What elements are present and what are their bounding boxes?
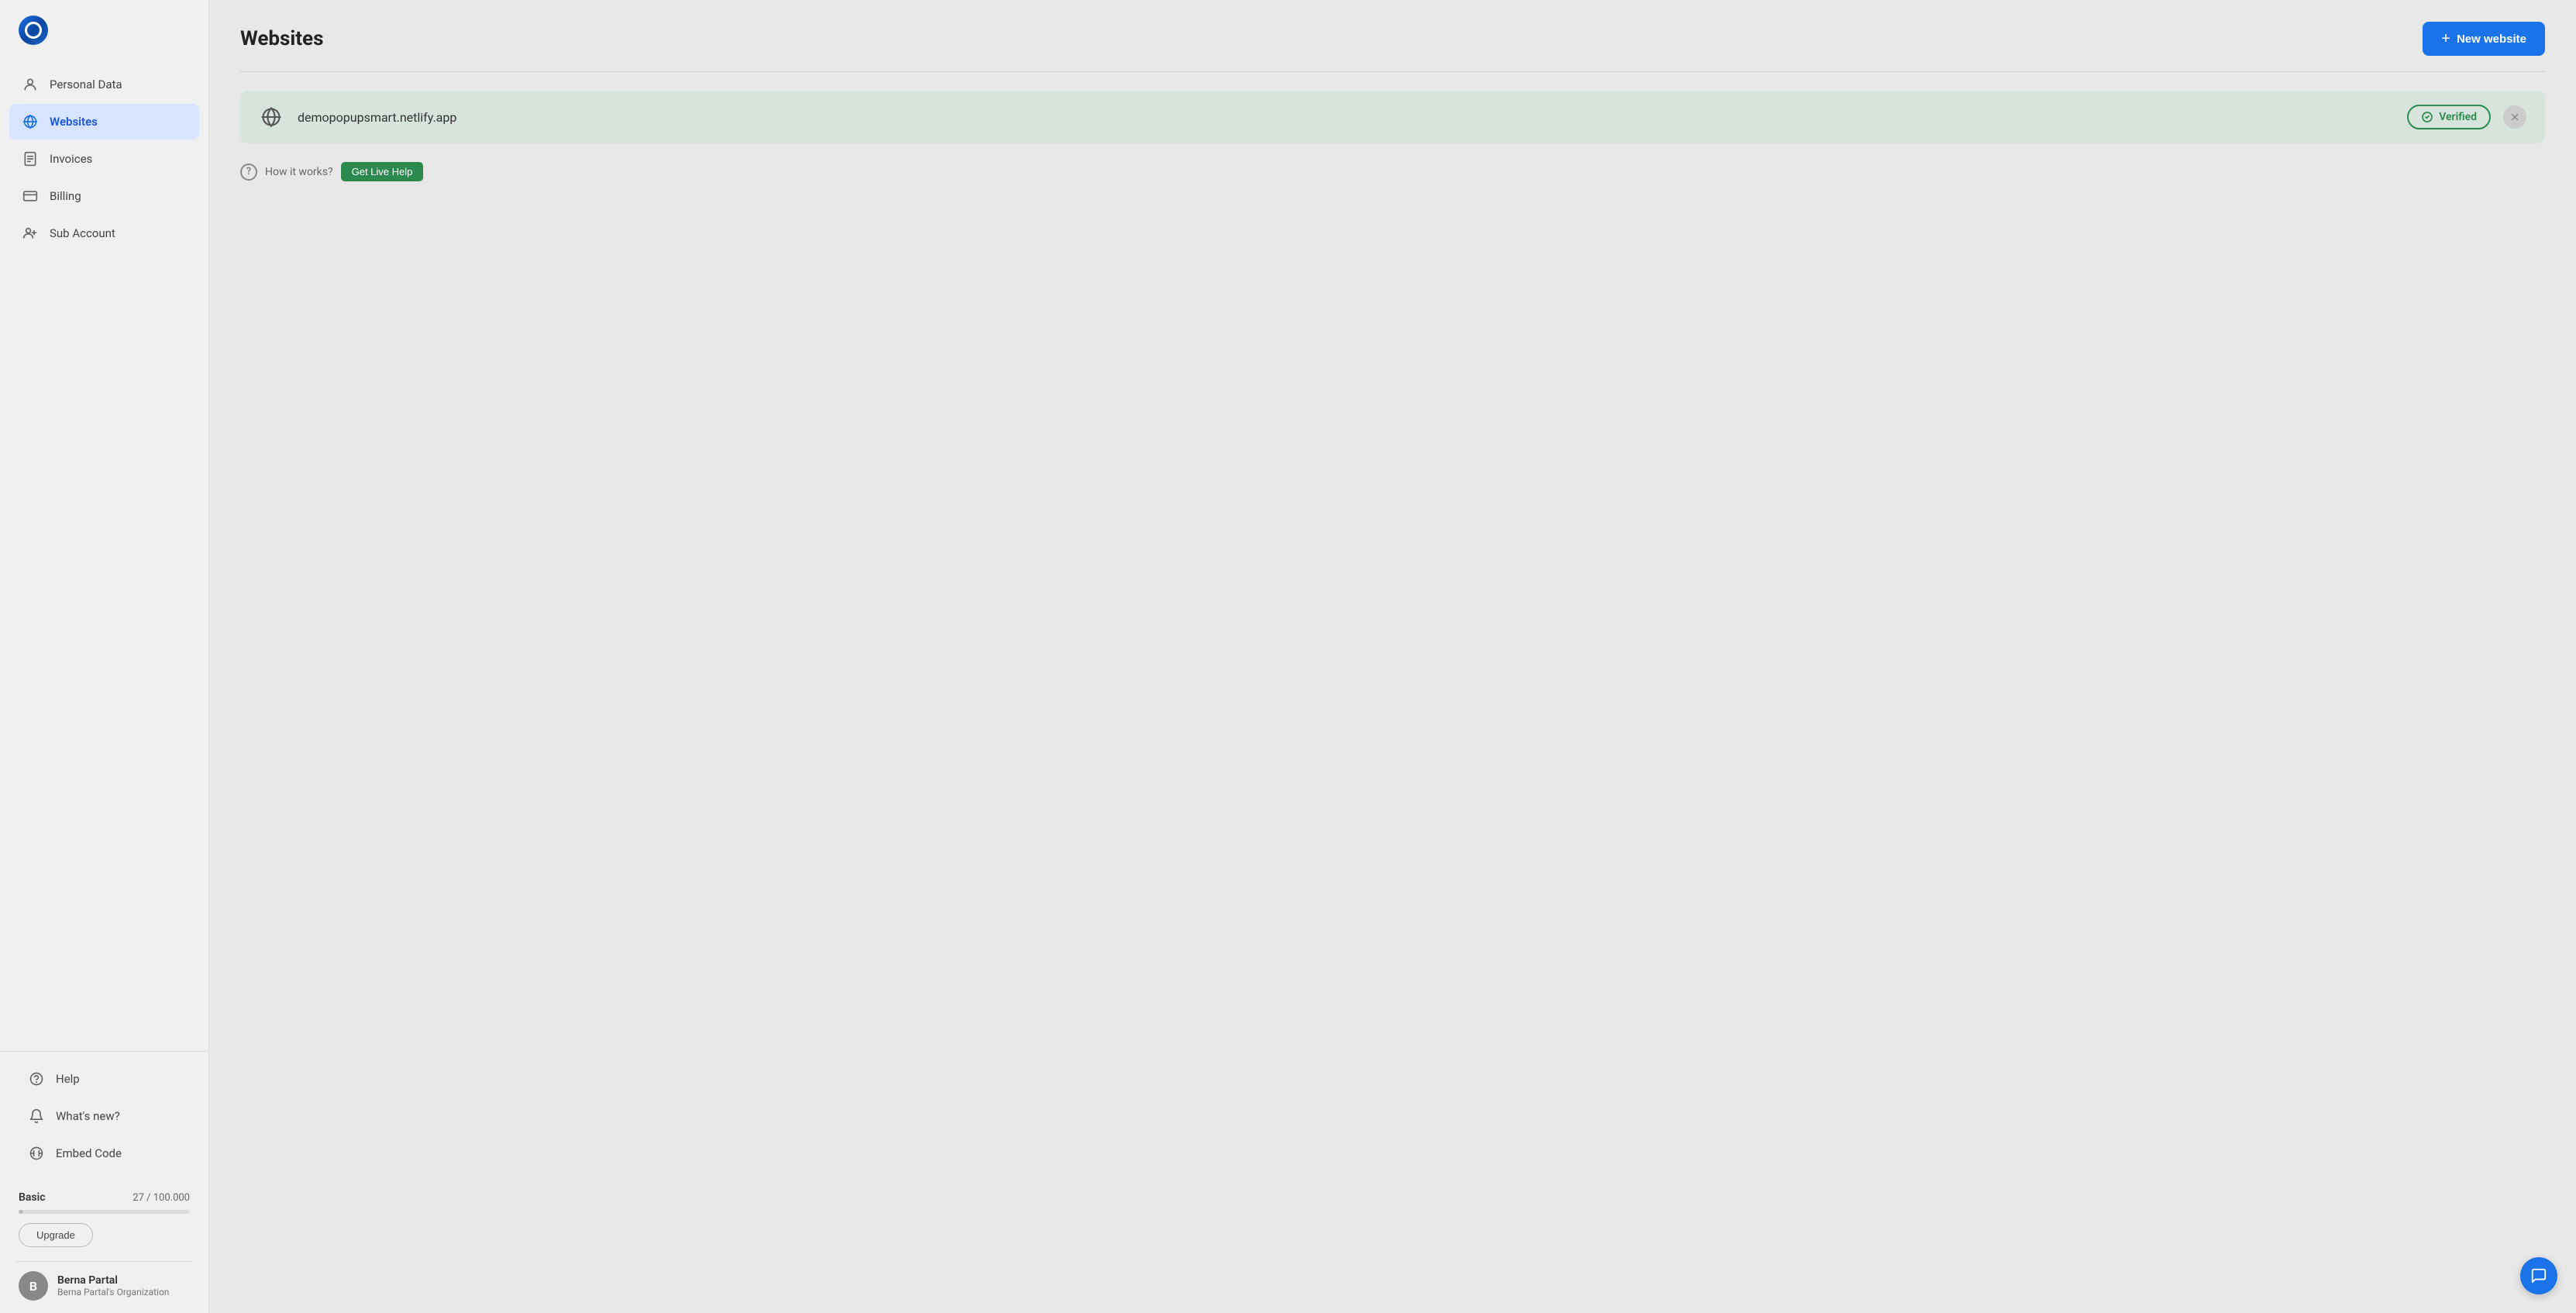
plan-name: Basic: [19, 1191, 46, 1204]
sidebar: Personal Data Websites Invoices: [0, 0, 209, 1313]
sidebar-item-label: Invoices: [50, 152, 92, 166]
person-icon: [22, 76, 39, 93]
logo-icon: [19, 16, 48, 45]
globe-icon: [22, 113, 39, 130]
plan-bar-fill: [19, 1210, 23, 1214]
user-info: Berna Partal Berna Partal's Organization: [57, 1274, 169, 1297]
sidebar-item-personal-data[interactable]: Personal Data: [9, 67, 199, 102]
bottom-nav: Help What's new?: [15, 1061, 193, 1171]
sidebar-item-invoices[interactable]: Invoices: [9, 141, 199, 177]
help-icon: [28, 1070, 45, 1087]
new-website-label: New website: [2457, 33, 2526, 46]
user-section: B Berna Partal Berna Partal's Organizati…: [15, 1261, 193, 1304]
sidebar-item-label: Websites: [50, 115, 98, 129]
plus-icon: +: [2441, 31, 2450, 47]
sidebar-bottom: Help What's new?: [0, 1051, 208, 1313]
sidebar-item-whats-new[interactable]: What's new?: [15, 1098, 193, 1134]
question-icon: ?: [240, 164, 257, 181]
upgrade-button[interactable]: Upgrade: [19, 1223, 93, 1247]
websites-list: demopopupsmart.netlify.app Verified ? Ho…: [209, 91, 2576, 184]
user-name: Berna Partal: [57, 1274, 169, 1287]
invoice-icon: [22, 150, 39, 167]
how-it-works-text: How it works?: [265, 166, 333, 178]
sidebar-item-help[interactable]: Help: [15, 1061, 193, 1097]
sidebar-item-billing[interactable]: Billing: [9, 178, 199, 214]
user-org: Berna Partal's Organization: [57, 1287, 169, 1297]
billing-icon: [22, 188, 39, 205]
how-it-works-row: ? How it works? Get Live Help: [240, 159, 2545, 184]
website-url: demopopupsmart.netlify.app: [298, 110, 2407, 125]
plan-usage: 27 / 100.000: [133, 1192, 190, 1204]
verified-label: Verified: [2439, 111, 2477, 123]
header-divider: [240, 71, 2545, 72]
main-content: Websites + New website demopopupsmart.ne…: [209, 0, 2576, 1313]
sub-account-icon: [22, 225, 39, 242]
sidebar-item-label: What's new?: [56, 1109, 120, 1123]
sidebar-item-label: Help: [56, 1072, 80, 1086]
sidebar-item-websites[interactable]: Websites: [9, 104, 199, 140]
avatar-initials: B: [29, 1279, 37, 1294]
logo-area: [0, 0, 208, 60]
avatar: B: [19, 1271, 48, 1301]
globe-icon: [259, 105, 284, 129]
main-nav: Personal Data Websites Invoices: [0, 60, 208, 1051]
sidebar-item-label: Sub Account: [50, 226, 115, 240]
website-row: demopopupsmart.netlify.app Verified: [240, 91, 2545, 143]
live-help-button[interactable]: Get Live Help: [341, 162, 424, 181]
sidebar-item-embed-code[interactable]: Embed Code: [15, 1136, 193, 1171]
remove-website-button[interactable]: [2503, 105, 2526, 129]
verified-badge: Verified: [2407, 105, 2491, 129]
sidebar-item-label: Embed Code: [56, 1146, 122, 1160]
plan-section: Basic 27 / 100.000 Upgrade: [15, 1184, 193, 1255]
bell-icon: [28, 1108, 45, 1125]
sidebar-item-label: Billing: [50, 189, 81, 203]
chat-button[interactable]: [2520, 1257, 2557, 1294]
sidebar-item-sub-account[interactable]: Sub Account: [9, 215, 199, 251]
main-header: Websites + New website: [209, 0, 2576, 71]
page-title: Websites: [240, 27, 323, 50]
plan-progress-bar: [19, 1210, 190, 1214]
embed-icon: [28, 1145, 45, 1162]
sidebar-item-label: Personal Data: [50, 78, 122, 91]
new-website-button[interactable]: + New website: [2423, 22, 2545, 56]
